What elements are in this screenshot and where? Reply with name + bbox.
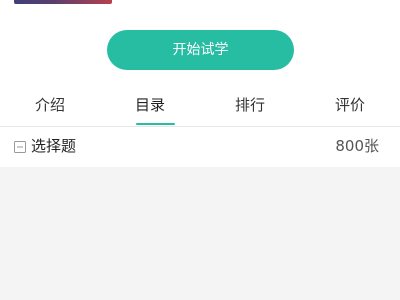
section-title: 选择题 — [31, 137, 77, 155]
tab-reviews[interactable]: 评价 — [300, 88, 400, 126]
active-tab-indicator — [136, 123, 175, 125]
tab-catalog[interactable]: 目录 — [100, 88, 200, 126]
collapse-icon[interactable] — [14, 141, 26, 153]
course-cover-image — [14, 0, 112, 4]
tab-ranking[interactable]: 排行 — [200, 88, 300, 126]
catalog-section-row[interactable]: 选择题 800张 — [0, 127, 400, 167]
section-count: 800张 — [335, 137, 379, 155]
start-trial-button[interactable]: 开始试学 — [107, 30, 294, 70]
tab-bar: 介绍 目录 排行 评价 — [0, 88, 400, 126]
tab-intro[interactable]: 介绍 — [0, 88, 100, 126]
